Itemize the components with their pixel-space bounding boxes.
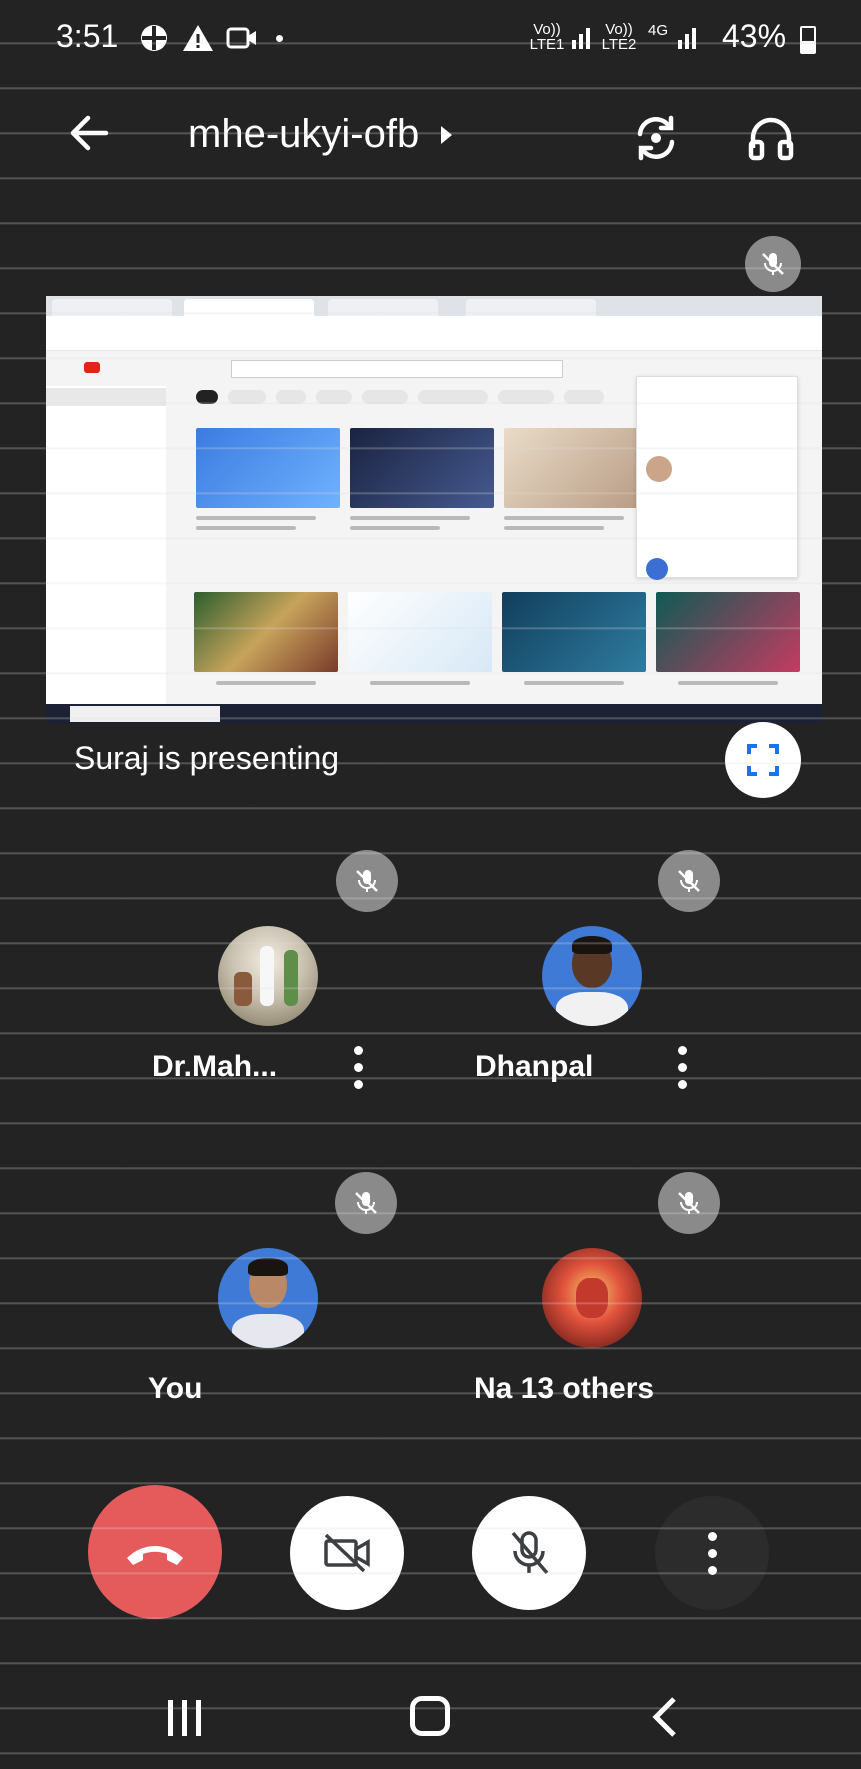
browser-tab	[466, 299, 596, 316]
participant-name: You	[148, 1372, 203, 1405]
youtube-logo	[84, 362, 100, 373]
nav-back-icon	[652, 1697, 676, 1737]
video-title-line	[504, 526, 604, 530]
avatar	[542, 1248, 642, 1348]
camera-notification-icon	[226, 27, 256, 49]
video-thumbnail	[194, 592, 338, 672]
browser-tab	[52, 299, 172, 316]
shared-screen[interactable]	[46, 296, 822, 724]
mic-off-icon	[678, 870, 700, 892]
mic-off-icon	[356, 870, 378, 892]
video-thumbnail	[350, 428, 494, 508]
participant-mute-badge	[335, 1172, 397, 1234]
network-type: 4G	[648, 22, 669, 39]
headphones-icon	[748, 117, 794, 161]
account-avatar	[646, 558, 668, 580]
warning-icon	[183, 25, 213, 51]
nav-back-button[interactable]	[652, 1696, 678, 1743]
more-options-button[interactable]	[655, 1496, 769, 1610]
browser-tab	[328, 299, 438, 316]
more-vert-icon	[706, 1531, 718, 1575]
chevron-right-icon	[441, 125, 453, 144]
video-title-line	[350, 526, 440, 530]
participant-mute-badge	[658, 850, 720, 912]
nav-recents-button[interactable]	[168, 1700, 201, 1736]
network-lte2: Vo)) LTE2	[601, 21, 637, 53]
avatar	[542, 926, 642, 1026]
more-vert-icon	[677, 1046, 687, 1055]
video-title-line	[524, 681, 624, 685]
signal-icon-2	[676, 26, 698, 55]
mic-off-icon	[355, 1192, 377, 1214]
meet-call-screen: 3:51 Vo)) LTE1 Vo)) LTE2 4G 43% mhe-ukyi…	[0, 0, 861, 1769]
end-call-icon	[127, 1546, 183, 1565]
participant-mute-badge	[336, 850, 398, 912]
participant-name: Dr.Mah...	[152, 1050, 278, 1083]
status-time: 3:51	[56, 18, 119, 54]
participant-name: Na 13 others	[474, 1372, 655, 1405]
meeting-code-button[interactable]: mhe-ukyi-ofb	[188, 112, 453, 157]
youtube-sidebar-home	[46, 388, 166, 406]
presenting-label: Suraj is presenting	[74, 740, 340, 776]
end-call-button[interactable]	[88, 1485, 222, 1619]
status-notification-icons	[138, 22, 283, 54]
switch-camera-button[interactable]	[630, 112, 682, 164]
video-title-line	[504, 516, 624, 520]
fullscreen-icon	[747, 744, 779, 776]
browser-address-bar	[46, 316, 822, 335]
meeting-code: mhe-ukyi-ofb	[188, 112, 420, 156]
windows-search-box	[70, 706, 220, 722]
camera-toggle-button[interactable]	[290, 1496, 404, 1610]
participant-menu-button[interactable]	[676, 1046, 688, 1089]
participant-menu-button[interactable]	[352, 1046, 364, 1089]
video-thumbnail	[504, 428, 648, 508]
apps-icon	[141, 25, 167, 51]
avatar	[218, 926, 318, 1026]
mic-off-icon	[511, 1531, 549, 1575]
video-thumbnail	[502, 592, 646, 672]
fullscreen-button[interactable]	[725, 722, 801, 798]
battery-percent: 43%	[722, 18, 787, 54]
network-lte1: Vo)) LTE1	[529, 21, 565, 53]
avatar	[218, 1248, 318, 1348]
participant-mute-badge	[658, 1172, 720, 1234]
battery-icon	[800, 26, 816, 54]
youtube-search	[231, 360, 563, 378]
switch-camera-icon	[637, 115, 675, 161]
back-button[interactable]	[66, 110, 116, 160]
video-title-line	[196, 516, 316, 520]
video-title-line	[678, 681, 778, 685]
microphone-toggle-button[interactable]	[472, 1496, 586, 1610]
video-off-icon	[324, 1533, 370, 1573]
video-title-line	[196, 526, 296, 530]
browser-tab	[184, 299, 314, 316]
video-title-line	[370, 681, 470, 685]
mic-off-icon	[762, 253, 784, 275]
video-thumbnail	[348, 592, 492, 672]
presenter-mute-badge	[745, 236, 801, 292]
more-vert-icon	[353, 1046, 363, 1055]
browser-bookmarks-bar	[46, 334, 822, 351]
youtube-sidebar	[46, 386, 166, 706]
youtube-chips	[196, 390, 604, 404]
video-title-line	[216, 681, 316, 685]
dot-icon	[276, 34, 283, 42]
signal-icon-1	[570, 26, 592, 55]
back-arrow-icon	[70, 115, 109, 151]
video-thumbnail	[196, 428, 340, 508]
audio-output-button[interactable]	[745, 112, 797, 164]
nav-home-button[interactable]	[410, 1696, 450, 1736]
mic-off-icon	[678, 1192, 700, 1214]
participant-name: Dhanpal	[475, 1050, 594, 1083]
video-title-line	[350, 516, 470, 520]
video-thumbnail	[656, 592, 800, 672]
account-avatar	[646, 456, 672, 482]
